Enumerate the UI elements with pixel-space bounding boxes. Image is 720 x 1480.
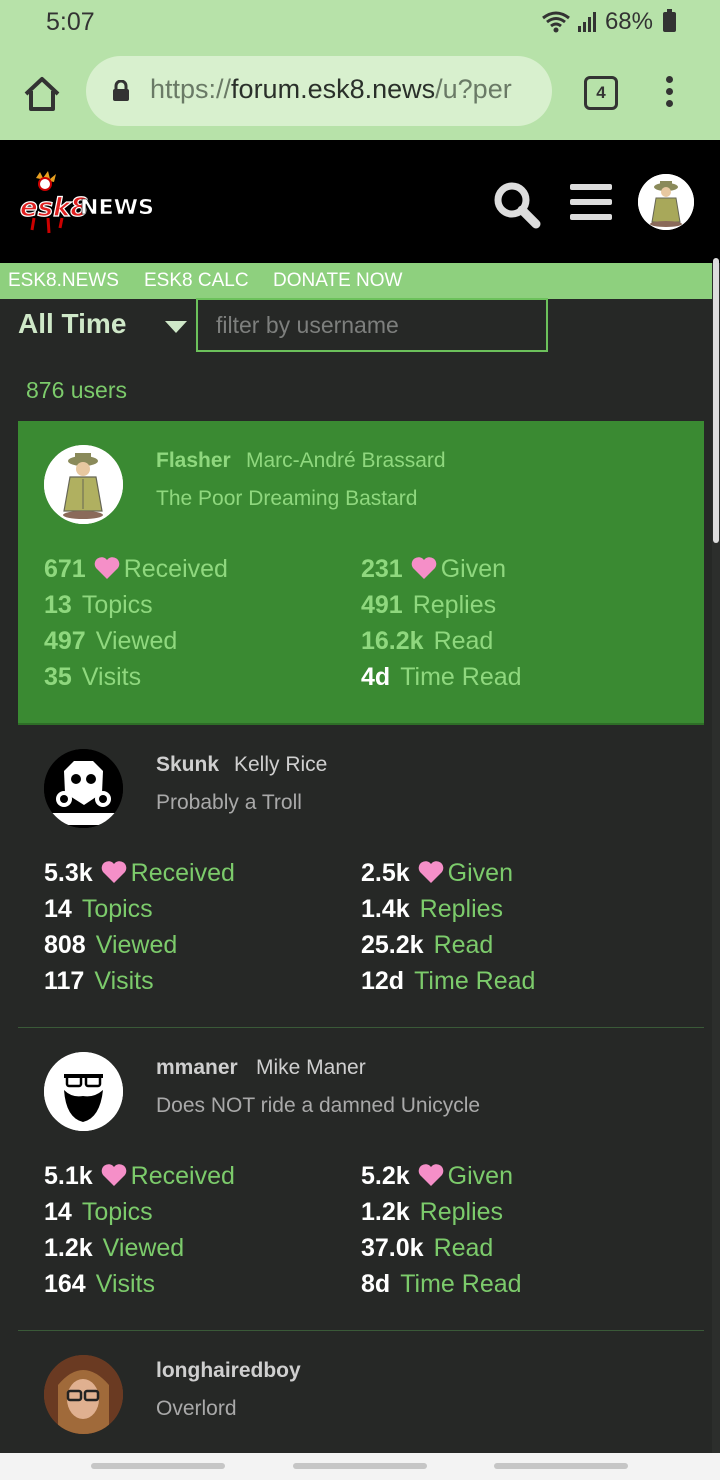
nav-pill-right[interactable] [494,1463,628,1469]
heart-icon [418,1164,443,1186]
search-icon[interactable] [492,180,542,230]
full-name: Marc-André Brassard [246,449,446,472]
nav-link-esk8news[interactable]: ESK8.NEWS [8,270,119,292]
nav-pill-left[interactable] [91,1463,225,1469]
nav-pill-center[interactable] [293,1463,427,1469]
heart-icon [411,557,437,579]
user-title: The Poor Dreaming Bastard [156,487,418,510]
user-title: Does NOT ride a damned Unicycle [156,1094,481,1117]
user-title: Probably a Troll [156,791,302,814]
avatar[interactable] [44,1052,123,1131]
avatar[interactable] [44,445,123,524]
username[interactable]: mmaner [156,1056,238,1080]
site-header: esk8 NEWS [0,140,720,263]
url-host: forum.esk8.news [231,74,436,104]
svg-text:NEWS: NEWS [80,195,154,219]
stat-viewed: 808 Viewed [44,931,178,959]
stat-given: 2.5k Given [361,859,513,887]
stat-visits: 117 Visits [44,967,154,995]
status-time: 5:07 [46,8,95,36]
stat-viewed: 497 Viewed [44,627,178,655]
user-title: Overlord [156,1397,237,1420]
lock-icon [113,80,129,101]
full-name: Mike Maner [256,1056,366,1079]
stat-received: 5.3k Received [44,859,235,887]
stat-given: 5.2k Given [361,1162,513,1190]
username[interactable]: Flasher [156,449,231,473]
wifi-icon [542,11,570,33]
stat-time-read: 4d Time Read [361,663,522,691]
username[interactable]: longhairedboy [156,1359,301,1383]
heart-icon [418,861,443,883]
username[interactable]: Skunk [156,753,219,777]
stat-visits: 164 Visits [44,1270,155,1298]
nav-link-donate-now[interactable]: DONATE NOW [273,270,402,292]
signal-icon [577,12,596,32]
hamburger-menu-icon[interactable] [570,184,612,229]
stat-topics: 14 Topics [44,1198,153,1226]
period-dropdown[interactable]: All Time [18,308,126,340]
avatar[interactable] [44,749,123,828]
home-icon[interactable] [22,74,62,114]
status-bar: 5:07 68% [0,0,720,44]
user-card: longhairedboy Overlord [18,1331,704,1453]
heart-icon [101,861,126,883]
stat-received: 5.1k Received [44,1162,235,1190]
stat-read: 37.0k Read [361,1234,494,1262]
browser-toolbar: https://forum.esk8.news/u?per 4 [0,44,720,140]
stat-received: 671 Received [44,555,228,583]
url-scheme: https:// [150,74,232,104]
stat-time-read: 12d Time Read [361,967,536,995]
stat-replies: 491 Replies [361,591,497,619]
battery-icon [663,9,676,32]
esk8news-logo[interactable]: esk8 NEWS [18,170,158,236]
stat-replies: 1.2k Replies [361,1198,504,1226]
username-filter-input[interactable] [196,298,548,352]
user-count: 876 users [26,377,128,403]
site-nav: ESK8.NEWS ESK8 CALC DONATE NOW [0,263,712,299]
full-name: Kelly Rice [234,753,328,776]
stat-given: 231 Given [361,555,507,583]
stat-viewed: 1.2k Viewed [44,1234,185,1262]
stat-replies: 1.4k Replies [361,895,504,923]
battery-percent: 68% [604,8,653,35]
stat-topics: 13 Topics [44,591,153,619]
system-nav-bar [0,1453,720,1480]
svg-text:esk8: esk8 [20,193,89,223]
user-card: mmaner Mike Maner Does NOT ride a damned… [18,1028,704,1331]
stat-read: 25.2k Read [361,931,494,959]
tab-switcher-button[interactable]: 4 [584,76,618,110]
stat-time-read: 8d Time Read [361,1270,522,1298]
current-user-avatar[interactable] [638,174,694,230]
url-path: /u?per [435,74,512,104]
user-card: Skunk Kelly Rice Probably a Troll 5.3k Re… [18,725,704,1028]
stat-read: 16.2k Read [361,627,494,655]
url-field[interactable]: https://forum.esk8.news/u?per [86,56,552,126]
heart-icon [94,557,120,579]
heart-icon [101,1164,126,1186]
stat-visits: 35 Visits [44,663,142,691]
stat-topics: 14 Topics [44,895,153,923]
user-card: Flasher Marc-André Brassard The Poor Dre… [18,421,704,725]
overflow-menu-icon[interactable] [666,76,673,112]
avatar[interactable] [44,1355,123,1434]
scrollbar-thumb[interactable] [713,258,719,543]
nav-link-esk8-calc[interactable]: ESK8 CALC [144,270,249,292]
chevron-down-icon[interactable] [165,321,187,333]
